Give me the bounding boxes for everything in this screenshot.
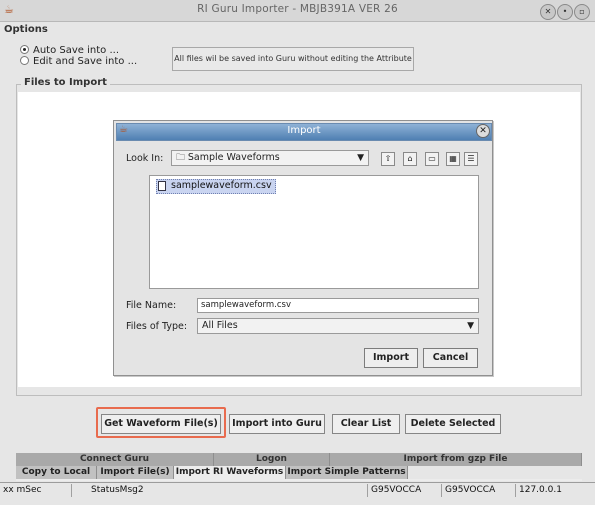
dialog-cancel-button[interactable]: Cancel bbox=[423, 348, 478, 368]
window-title: RI Guru Importer - MBJB391A VER 26 bbox=[197, 3, 398, 15]
tab-panel-edge bbox=[16, 479, 582, 481]
dialog-import-button[interactable]: Import bbox=[364, 348, 418, 368]
file-item-label: samplewaveform.csv bbox=[171, 180, 272, 191]
details-view-icon[interactable]: ☰ bbox=[464, 152, 478, 166]
dialog-title-bar[interactable]: ☕ Import ✕ bbox=[116, 123, 492, 141]
maximize-icon[interactable]: ▫ bbox=[574, 4, 590, 20]
dialog-title: Import bbox=[287, 125, 321, 136]
home-icon[interactable]: ⌂ bbox=[403, 152, 417, 166]
files-of-type-value: All Files bbox=[202, 320, 238, 331]
status-timing: xx mSec bbox=[0, 484, 72, 497]
chevron-down-icon: ▼ bbox=[467, 321, 474, 331]
tab-connect-guru[interactable]: Connect Guru bbox=[16, 453, 214, 466]
tab-import-files[interactable]: Import File(s) bbox=[97, 466, 174, 480]
status-user-1: G95VOCCA bbox=[368, 484, 442, 497]
files-of-type-label: Files of Type: bbox=[126, 321, 188, 332]
radio-edit-save[interactable]: Edit and Save into ... bbox=[20, 56, 137, 67]
save-mode-info: All files wil be saved into Guru without… bbox=[172, 47, 414, 71]
clear-list-button[interactable]: Clear List bbox=[332, 414, 400, 434]
close-icon[interactable]: ✕ bbox=[540, 4, 556, 20]
status-message: StatusMsg2 bbox=[88, 484, 368, 497]
tab-import-ri-waveforms[interactable]: Import RI Waveforms bbox=[174, 466, 286, 480]
files-group-label: Files to Import bbox=[21, 77, 110, 88]
radio-auto-save[interactable]: Auto Save into ... bbox=[20, 45, 119, 56]
window-title-bar: ☕ RI Guru Importer - MBJB391A VER 26 ✕ •… bbox=[0, 0, 595, 22]
tab-logon[interactable]: Logon bbox=[214, 453, 330, 466]
new-folder-icon[interactable]: ▭ bbox=[425, 152, 439, 166]
tab-row-2: Copy to Local Import File(s) Import RI W… bbox=[16, 466, 582, 480]
files-of-type-combo[interactable]: All Files ▼ bbox=[197, 318, 479, 334]
file-name-label: File Name: bbox=[126, 300, 177, 311]
file-name-input[interactable]: samplewaveform.csv bbox=[197, 298, 479, 313]
status-bar: xx mSec StatusMsg2 G95VOCCA G95VOCCA 127… bbox=[0, 482, 595, 498]
close-icon[interactable]: ✕ bbox=[476, 124, 490, 138]
look-in-value: Sample Waveforms bbox=[187, 152, 280, 163]
menu-options[interactable]: Options bbox=[4, 24, 48, 35]
dialog-file-list[interactable]: samplewaveform.csv bbox=[149, 175, 479, 289]
chevron-down-icon: ▼ bbox=[357, 153, 364, 163]
delete-selected-button[interactable]: Delete Selected bbox=[405, 414, 501, 434]
look-in-label: Look In: bbox=[126, 153, 164, 164]
tab-import-gzp[interactable]: Import from gzp File bbox=[330, 453, 582, 466]
look-in-combo[interactable]: 🗀 Sample Waveforms ▼ bbox=[171, 150, 369, 166]
tab-copy-to-local[interactable]: Copy to Local bbox=[16, 466, 97, 480]
get-waveform-button[interactable]: Get Waveform File(s) bbox=[101, 414, 221, 434]
radio-edit-save-label: Edit and Save into ... bbox=[33, 56, 138, 67]
minimize-icon[interactable]: • bbox=[557, 4, 573, 20]
status-user-2: G95VOCCA bbox=[442, 484, 516, 497]
status-ip: 127.0.0.1 bbox=[519, 485, 562, 495]
radio-auto-save-label: Auto Save into ... bbox=[33, 45, 119, 56]
import-into-guru-button[interactable]: Import into Guru bbox=[229, 414, 325, 434]
menu-bar: Options bbox=[0, 22, 595, 38]
radio-selected-icon bbox=[20, 45, 29, 54]
list-view-icon[interactable]: ▦ bbox=[446, 152, 460, 166]
radio-unselected-icon bbox=[20, 56, 29, 65]
file-icon bbox=[158, 181, 166, 191]
tab-row-1: Connect Guru Logon Import from gzp File bbox=[16, 453, 582, 466]
file-item[interactable]: samplewaveform.csv bbox=[156, 179, 276, 194]
folder-icon: 🗀 bbox=[176, 153, 188, 163]
up-folder-icon[interactable]: ⇧ bbox=[381, 152, 395, 166]
tab-import-simple-patterns[interactable]: Import Simple Patterns bbox=[286, 466, 408, 480]
